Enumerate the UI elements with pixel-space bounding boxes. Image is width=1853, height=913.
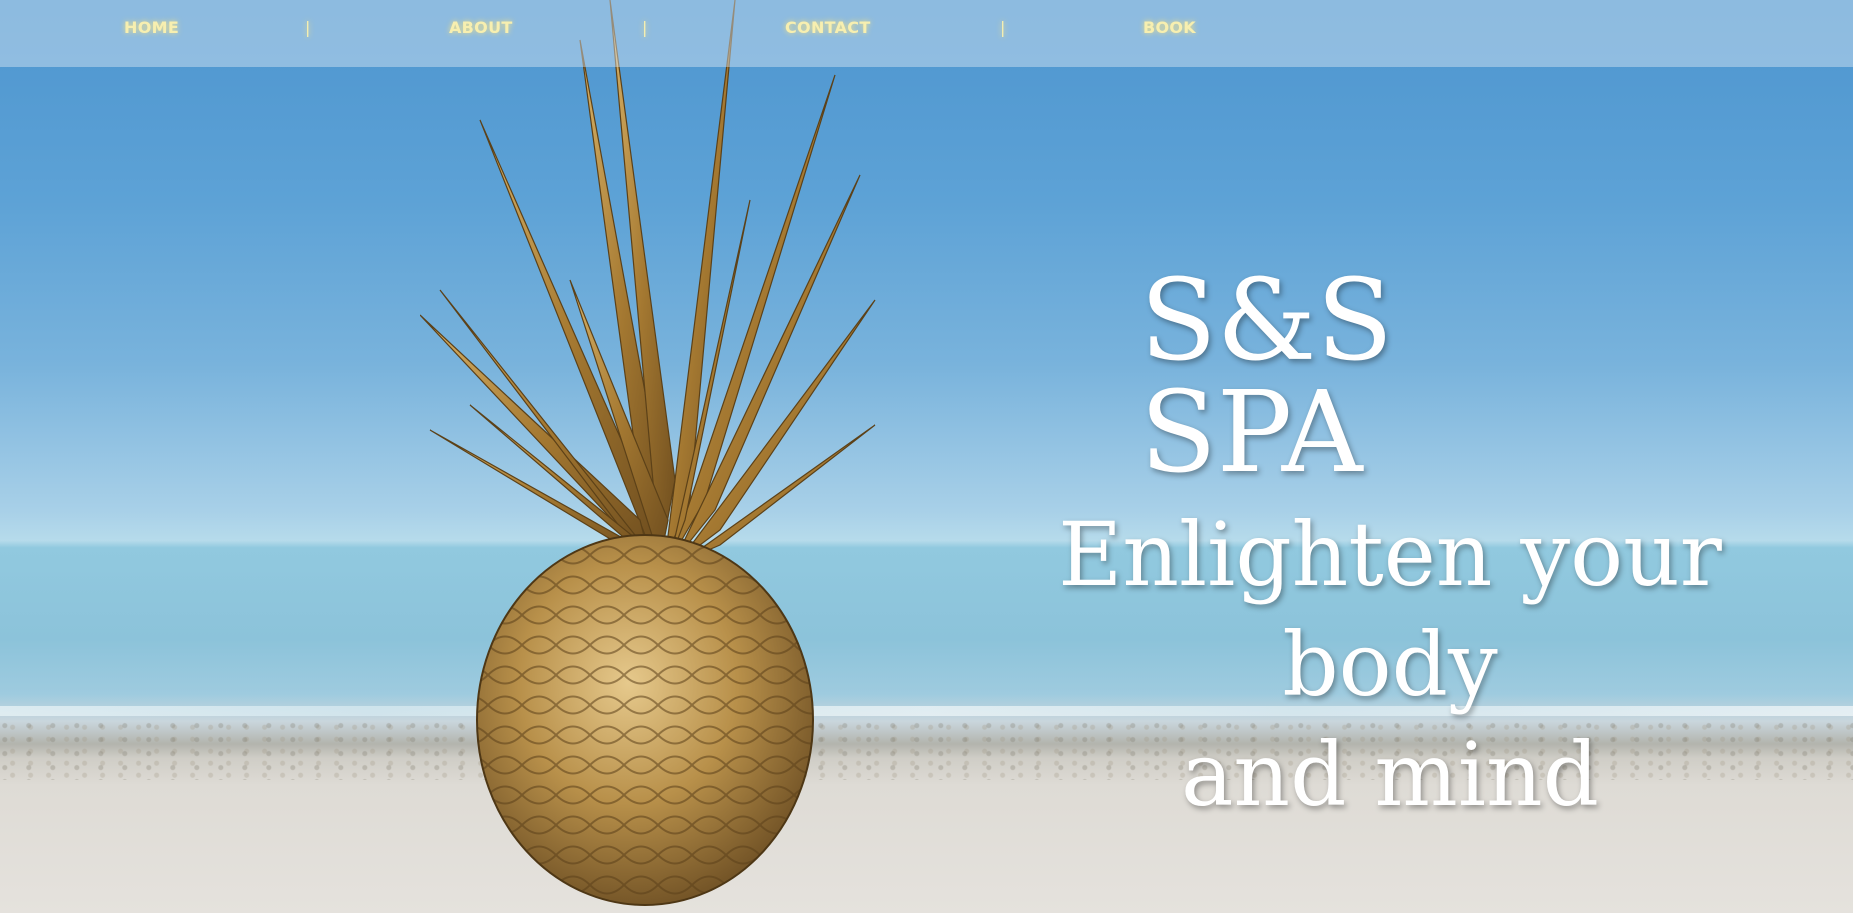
nav-separator: | xyxy=(1000,18,1006,37)
nav-link-contact[interactable]: CONTACT xyxy=(785,18,871,37)
tagline-line-2: and mind xyxy=(1180,723,1600,826)
nav-link-about[interactable]: ABOUT xyxy=(449,18,513,37)
tagline: Enlighten your body and mind xyxy=(945,500,1835,830)
golden-pineapple-image xyxy=(420,0,876,906)
spa-title: S&S SPA xyxy=(1140,256,1394,498)
top-navigation-bar: HOME | ABOUT | CONTACT | BOOK xyxy=(0,0,1853,67)
nav-link-home[interactable]: HOME xyxy=(124,18,179,37)
nav-separator: | xyxy=(642,18,648,37)
nav-separator: | xyxy=(305,18,311,37)
nav-link-book[interactable]: BOOK xyxy=(1143,18,1196,37)
tagline-line-1: Enlighten your body xyxy=(1058,503,1722,716)
page: HOME | ABOUT | CONTACT | BOOK S&S SPA En… xyxy=(0,0,1853,913)
